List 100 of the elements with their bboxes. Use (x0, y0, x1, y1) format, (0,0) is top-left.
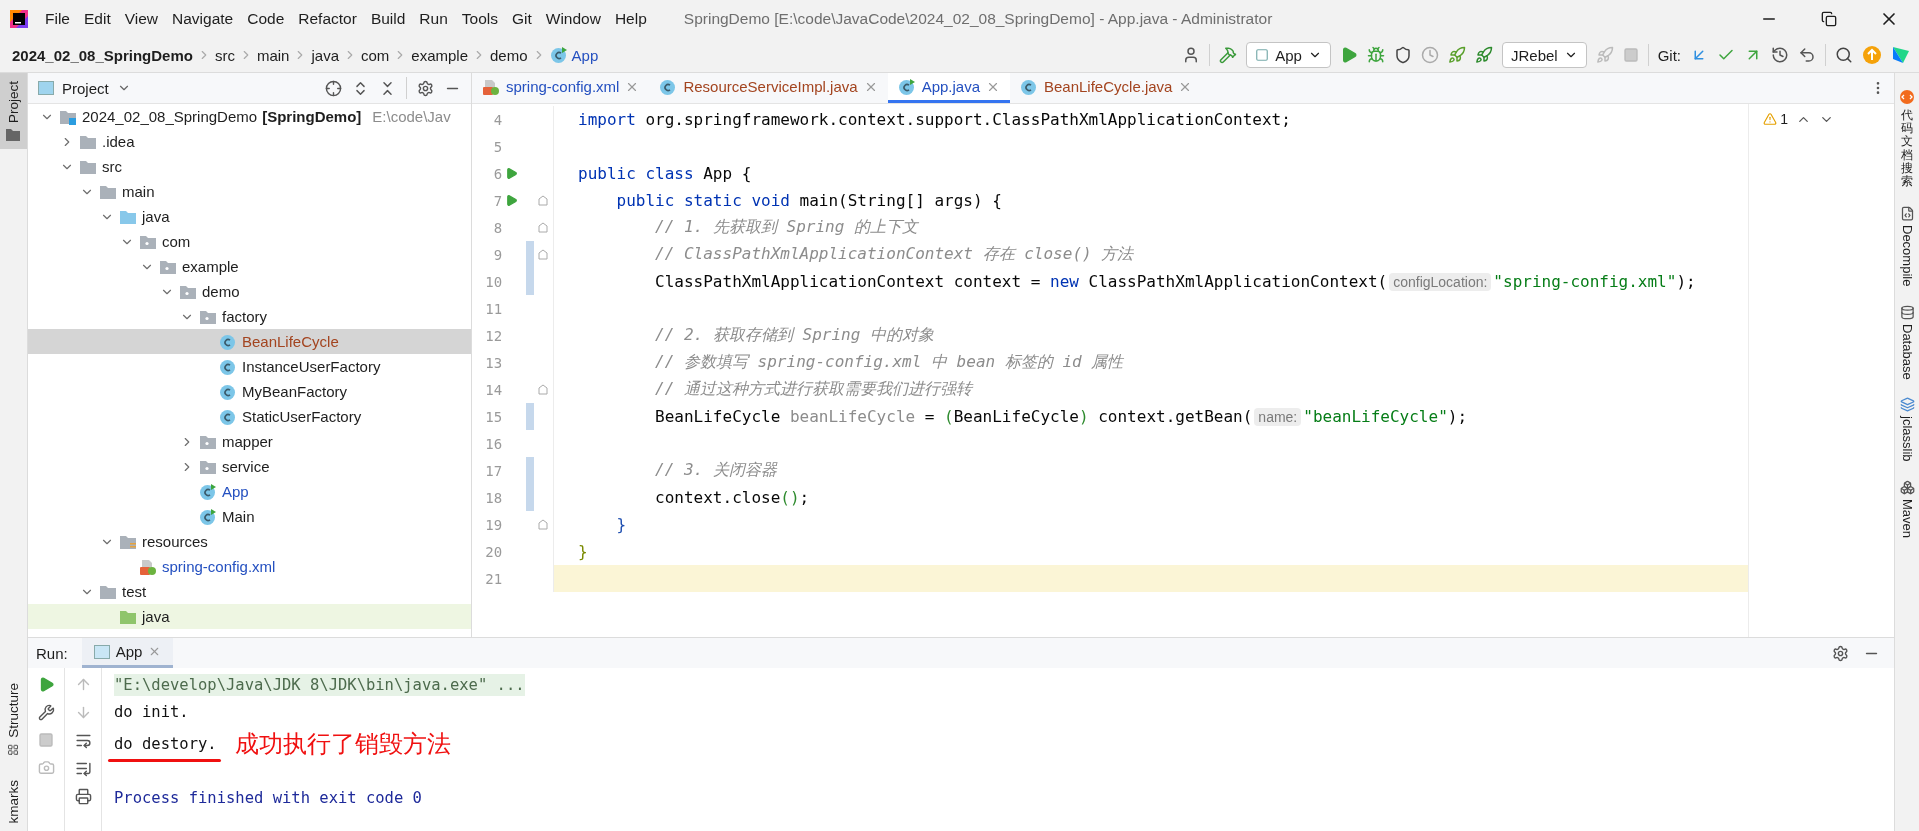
tool-window-tab[interactable]: jclasslib (1899, 397, 1915, 462)
line-number: 5 (492, 138, 503, 155)
tree-row[interactable]: example (28, 254, 471, 279)
tool-window-tab[interactable]: Maven (1899, 479, 1915, 538)
tool-window-tab[interactable]: 代码文档搜索 (1899, 89, 1915, 189)
run-gutter-icon[interactable] (505, 167, 519, 180)
folder-icon (6, 129, 21, 142)
menu-item[interactable]: File (38, 10, 77, 28)
fold-marker-icon[interactable] (538, 519, 549, 530)
menu-item[interactable]: Git (504, 10, 539, 28)
code-line: public class App { (577, 164, 752, 183)
editor-tab[interactable]: BeanLifeCycle.java (1010, 73, 1203, 103)
menu-item[interactable]: Tools (454, 10, 505, 28)
boxes-icon[interactable] (1899, 479, 1915, 495)
tree-row[interactable]: java (28, 604, 471, 629)
tree-row[interactable]: MyBeanFactory (28, 379, 471, 404)
tool-window-tab[interactable]: Decompile (1899, 206, 1915, 287)
rocket-icon[interactable] (1474, 46, 1493, 64)
tree-row[interactable]: StaticUserFactory (28, 404, 471, 429)
fold-marker-icon[interactable] (538, 384, 549, 395)
tree-label: BeanLifeCycle (242, 333, 339, 350)
scroll-to-end-icon[interactable] (74, 760, 92, 777)
package-icon (199, 308, 217, 325)
menu-item[interactable]: Help (607, 10, 654, 28)
fold-marker-icon[interactable] (538, 195, 549, 206)
debug-icon[interactable] (1366, 46, 1385, 64)
tree-row[interactable]: Main (28, 504, 471, 529)
tool-window-tab[interactable]: kmarks (0, 771, 27, 831)
file-code-icon[interactable] (1899, 206, 1915, 222)
toolbox-icon[interactable] (1891, 45, 1911, 65)
menu-item[interactable]: Edit (77, 10, 118, 28)
menu-item[interactable]: Window (538, 10, 608, 28)
class-icon (219, 382, 237, 401)
locate-icon[interactable] (325, 79, 342, 97)
breadcrumb[interactable]: java (311, 46, 339, 64)
rocket-icon[interactable] (1447, 46, 1466, 64)
app-logo-icon[interactable] (8, 8, 30, 30)
path-label: E:\code\Jav (372, 108, 451, 125)
database-icon[interactable] (1899, 304, 1915, 320)
tree-row[interactable]: spring-config.xml (28, 554, 471, 579)
tool-window-tab[interactable]: Project (0, 73, 27, 150)
breadcrumb[interactable]: src (214, 46, 235, 64)
menu-item[interactable]: Refactor (291, 10, 364, 28)
tree-row[interactable]: test (28, 579, 471, 604)
editor-tab[interactable]: ResourceServiceImpl.java (649, 73, 888, 103)
menu-item[interactable]: Build (363, 10, 413, 28)
run-tab[interactable]: App (81, 638, 174, 668)
breadcrumb[interactable]: main (256, 46, 290, 64)
tree-row[interactable]: mapper (28, 429, 471, 454)
editor-tab[interactable]: spring-config.xml (472, 73, 650, 103)
tree-row[interactable]: 2024_02_08_SpringDemo [SpringDemo] E:\code\Jav (28, 104, 471, 129)
undo-icon[interactable] (1798, 46, 1816, 64)
coverage-icon[interactable] (1393, 46, 1412, 64)
warning-count[interactable]: 1 (1763, 111, 1788, 127)
tree-row[interactable]: main (28, 179, 471, 204)
run-gutter-icon[interactable] (505, 194, 519, 207)
code-line: // 通过这种方式进行获取需要我们进行强转 (654, 379, 972, 400)
tree-row[interactable]: java (28, 204, 471, 229)
tree-row[interactable]: resources (28, 529, 471, 554)
tree-row[interactable]: .idea (28, 129, 471, 154)
print-icon[interactable] (74, 788, 92, 805)
layers-icon[interactable] (1899, 397, 1915, 413)
tree-row[interactable]: InstanceUserFactory (28, 354, 471, 379)
run-config-dropdown[interactable]: App (1246, 42, 1331, 68)
breadcrumb[interactable]: example (411, 46, 469, 64)
breadcrumb[interactable]: demo (490, 46, 528, 64)
tree-row[interactable]: factory (28, 304, 471, 329)
menu-item[interactable]: View (117, 10, 166, 28)
tree-row[interactable]: BeanLifeCycle (28, 329, 471, 354)
soft-wrap-icon[interactable] (74, 732, 92, 749)
breadcrumb[interactable]: 2024_02_08_SpringDemo (12, 46, 193, 64)
search-icon[interactable] (1835, 46, 1853, 64)
menu-item[interactable]: Run (412, 10, 455, 28)
jrebel-dropdown[interactable]: JRebel (1501, 42, 1587, 68)
code-search-icon[interactable] (1899, 89, 1915, 105)
fold-marker-icon[interactable] (538, 222, 549, 233)
breadcrumb[interactable]: com (361, 46, 390, 64)
build-icon[interactable] (1219, 46, 1238, 64)
tool-window-tab[interactable]: Structure (0, 674, 27, 764)
class-icon (219, 407, 237, 426)
line-number: 21 (484, 570, 503, 587)
menu-item[interactable]: Navigate (165, 10, 241, 28)
panel-title[interactable]: Project (38, 79, 131, 97)
menu-item[interactable]: Code (240, 10, 292, 28)
breadcrumb[interactable]: App (549, 46, 599, 64)
wrench-icon[interactable] (37, 704, 55, 721)
editor-tab[interactable]: App.java (887, 73, 1010, 103)
fold-marker-icon[interactable] (538, 249, 549, 260)
settings-icon[interactable] (1832, 644, 1849, 662)
annotation-text: 成功执行了销毁方法 (234, 729, 451, 760)
tree-row[interactable]: com (28, 229, 471, 254)
tree-row[interactable]: src (28, 154, 471, 179)
tree-label: java (142, 208, 170, 225)
tree-row[interactable]: demo (28, 279, 471, 304)
history-icon[interactable] (1771, 46, 1789, 64)
settings-icon[interactable] (417, 79, 434, 97)
tool-window-tab[interactable]: Database (1899, 304, 1915, 380)
tree-row[interactable]: App (28, 479, 471, 504)
tree-row[interactable]: service (28, 454, 471, 479)
restore-icon[interactable] (1821, 11, 1837, 27)
